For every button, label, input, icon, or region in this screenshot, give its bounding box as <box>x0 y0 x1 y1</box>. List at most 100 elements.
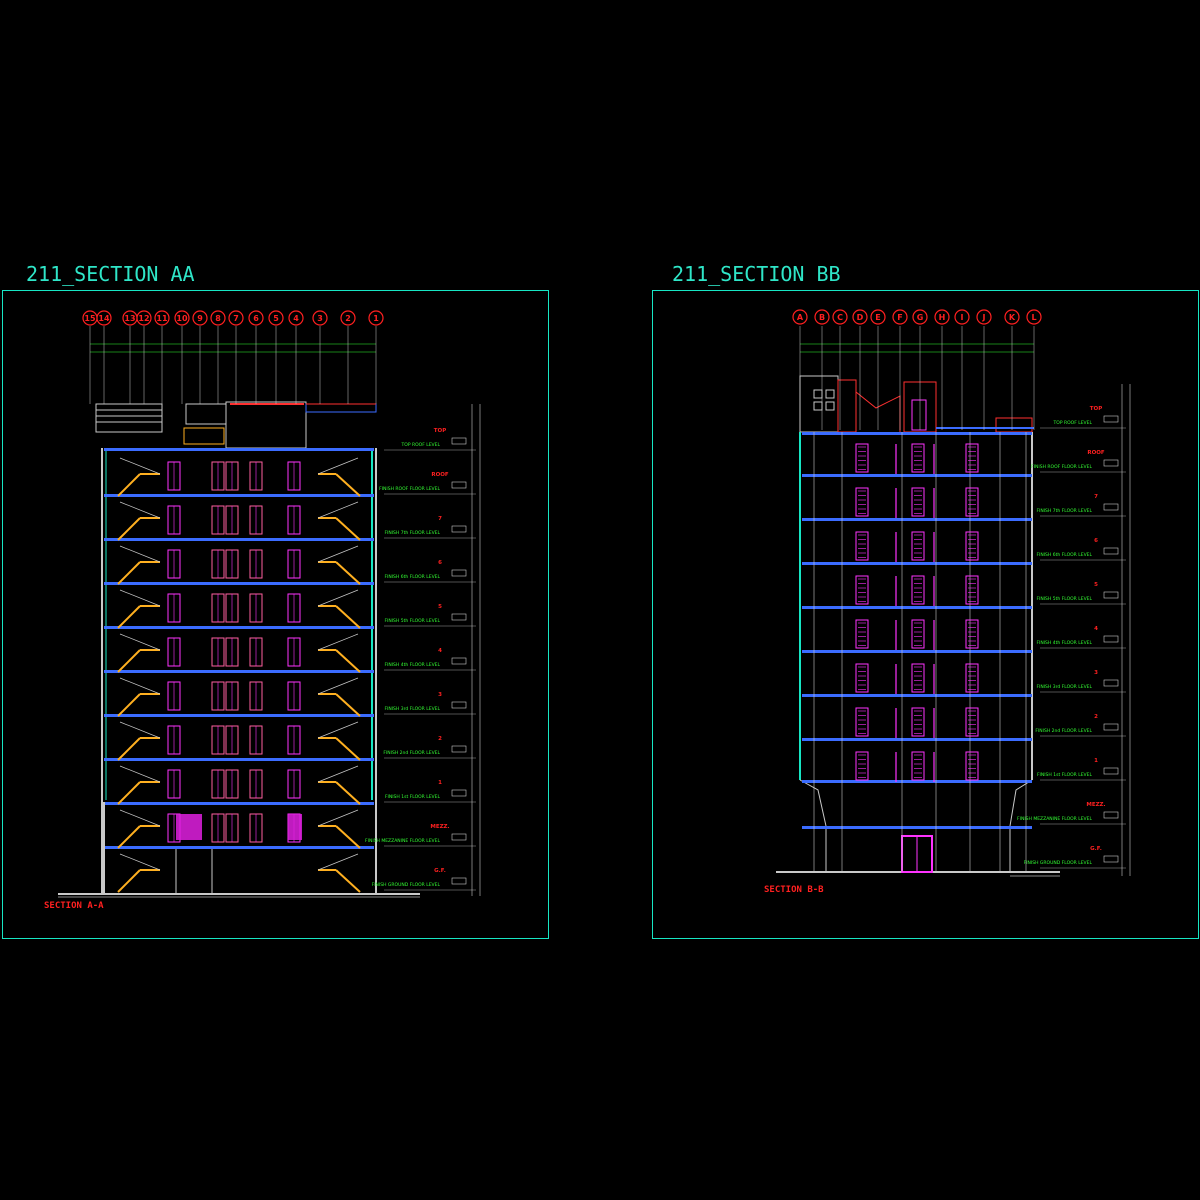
floor-slab <box>104 538 374 541</box>
section-bb-drawing <box>776 375 1060 877</box>
level-name: G.F. <box>434 868 446 874</box>
grid-label: 5 <box>273 314 279 323</box>
grid-label: L <box>1031 313 1036 322</box>
floor-slab <box>802 694 1032 697</box>
grid-label: C <box>837 313 843 322</box>
level-name: 5 <box>1094 582 1098 588</box>
level-note: FINISH 2nd FLOOR LEVEL <box>1035 728 1092 734</box>
stair-flight <box>335 869 361 893</box>
door-mark <box>911 487 925 517</box>
stair-flight <box>117 605 141 629</box>
stair-flight <box>335 473 361 497</box>
level-name: TOP <box>434 428 446 434</box>
door-mark <box>911 575 925 605</box>
stair-flight <box>335 737 361 761</box>
grid-label: 7 <box>233 314 239 323</box>
level-name: ROOF <box>1087 450 1105 456</box>
level-note: FINISH GROUND FLOOR LEVEL <box>1024 860 1093 866</box>
door-mark <box>911 663 925 693</box>
grid-label: 2 <box>345 314 351 323</box>
grid-label: J <box>982 313 986 322</box>
level-name: 2 <box>1094 714 1098 720</box>
floor-slab <box>802 606 1032 609</box>
door-mark <box>965 443 979 473</box>
level-name: 6 <box>1094 538 1098 544</box>
stair-flight <box>335 605 361 629</box>
stair-flight <box>117 473 141 497</box>
door-mark <box>855 443 869 473</box>
floor-slab <box>802 432 1032 435</box>
stair-flight <box>335 649 361 673</box>
stair-flight <box>117 781 141 805</box>
section-aa-caption: SECTION A-A <box>44 901 104 911</box>
level-note: FINISH 3rd FLOOR LEVEL <box>1036 684 1092 690</box>
level-name: 3 <box>1094 670 1098 676</box>
grid-label: 8 <box>215 314 221 323</box>
level-name: 2 <box>438 736 442 742</box>
door-mark <box>911 531 925 561</box>
floor-slab <box>104 802 374 805</box>
door-mark <box>911 751 925 781</box>
level-note: FINISH 2nd FLOOR LEVEL <box>383 750 440 756</box>
level-note: FINISH MEZZANINE FLOOR LEVEL <box>1017 816 1092 822</box>
floor-slab <box>802 474 1032 477</box>
level-name: 6 <box>438 560 442 566</box>
grid-label: 14 <box>98 314 110 323</box>
floor-slab <box>802 650 1032 653</box>
level-note: FINISH 4th FLOOR LEVEL <box>384 662 440 668</box>
stair-flight <box>335 781 361 805</box>
door-mark <box>965 707 979 737</box>
section-bb-caption: SECTION B-B <box>764 885 824 895</box>
floor-slab <box>104 582 374 585</box>
level-note: FINISH 1st FLOOR LEVEL <box>385 794 441 800</box>
level-note: FINISH 3rd FLOOR LEVEL <box>384 706 440 712</box>
grid-label: A <box>797 313 804 322</box>
door-mark <box>965 531 979 561</box>
door-mark <box>855 751 869 781</box>
level-note: FINISH 6th FLOOR LEVEL <box>1036 552 1092 558</box>
door-mark <box>911 443 925 473</box>
door-mark <box>855 663 869 693</box>
grid-label: 11 <box>156 314 168 323</box>
drawing-canvas: 15 14 13 12 11 10 9 8 7 6 5 4 3 2 1 ABCDEFGHIJKL TOPTO… <box>44 309 1131 911</box>
stair-flight <box>335 693 361 717</box>
door-mark <box>965 575 979 605</box>
level-note: FINISH 6th FLOOR LEVEL <box>384 574 440 580</box>
door-mark <box>911 619 925 649</box>
level-name: TOP <box>1090 406 1102 412</box>
grid-label: D <box>857 313 864 322</box>
grid-label: 13 <box>124 314 135 323</box>
door-mark <box>855 575 869 605</box>
stair-flight <box>117 693 141 717</box>
floor-slab <box>104 714 374 717</box>
level-name: MEZZ. <box>1086 802 1105 808</box>
floor-slab <box>104 448 374 451</box>
level-name: 4 <box>1094 626 1098 632</box>
grid-label: 10 <box>176 314 188 323</box>
floor-slab <box>104 670 374 673</box>
grid-label: E <box>875 313 880 322</box>
level-note: FINISH GROUND FLOOR LEVEL <box>372 882 441 888</box>
grid-label: G <box>917 313 924 322</box>
grid-label: 1 <box>373 314 379 323</box>
door-mark <box>965 487 979 517</box>
door-mark <box>965 663 979 693</box>
door-mark <box>965 751 979 781</box>
floor-slab <box>104 494 374 497</box>
stair-flight <box>335 825 361 849</box>
level-name: 1 <box>1094 758 1098 764</box>
level-name: ROOF <box>431 472 449 478</box>
section-aa-drawing <box>58 401 420 898</box>
door-mark <box>288 814 302 840</box>
level-name: 4 <box>438 648 442 654</box>
grid-label: 9 <box>197 314 203 323</box>
level-name: 3 <box>438 692 442 698</box>
door-mark <box>855 619 869 649</box>
level-name: 7 <box>1094 494 1098 500</box>
level-note: TOP ROOF LEVEL <box>1053 420 1093 426</box>
floor-slab <box>802 738 1032 741</box>
stair-flight <box>117 561 141 585</box>
level-note: FINISH ROOF FLOOR LEVEL <box>379 486 440 492</box>
grid-label: I <box>961 313 964 322</box>
stair-flight <box>117 825 141 849</box>
